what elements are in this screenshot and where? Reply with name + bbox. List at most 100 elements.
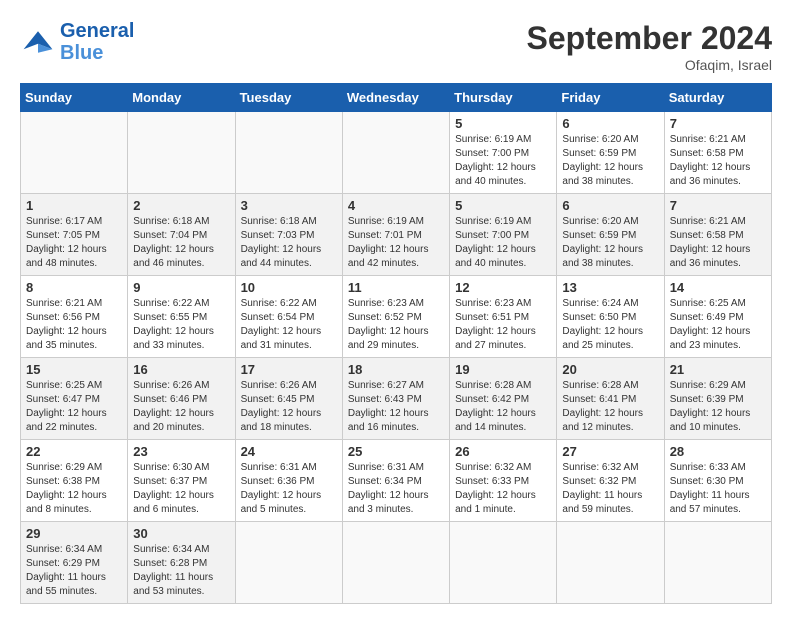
day-info: Sunrise: 6:21 AMSunset: 6:58 PMDaylight:… <box>670 133 766 189</box>
day-6: 6 Sunrise: 6:20 AMSunset: 6:59 PMDayligh… <box>557 112 664 194</box>
week-row-1: 5 Sunrise: 6:19 AMSunset: 7:00 PMDayligh… <box>21 112 772 194</box>
day-info: Sunrise: 6:20 AMSunset: 6:59 PMDaylight:… <box>562 133 658 189</box>
day-info: Sunrise: 6:20 AMSunset: 6:59 PMDaylight:… <box>562 215 658 271</box>
day-info: Sunrise: 6:34 AMSunset: 6:29 PMDaylight:… <box>26 543 122 599</box>
empty-cell <box>342 112 449 194</box>
day-number: 5 <box>455 198 551 213</box>
day-24: 24 Sunrise: 6:31 AMSunset: 6:36 PMDaylig… <box>235 440 342 522</box>
day-info: Sunrise: 6:19 AMSunset: 7:00 PMDaylight:… <box>455 133 551 189</box>
day-3: 3 Sunrise: 6:18 AMSunset: 7:03 PMDayligh… <box>235 194 342 276</box>
empty-cell <box>450 522 557 604</box>
day-number: 10 <box>241 280 337 295</box>
page-title: September 2024 <box>527 20 772 57</box>
empty-cell <box>664 522 771 604</box>
day-8: 8 Sunrise: 6:21 AMSunset: 6:56 PMDayligh… <box>21 276 128 358</box>
day-number: 3 <box>241 198 337 213</box>
col-thursday: Thursday <box>450 84 557 112</box>
day-number: 16 <box>133 362 229 377</box>
logo: General Blue <box>20 20 134 64</box>
day-info: Sunrise: 6:18 AMSunset: 7:03 PMDaylight:… <box>241 215 337 271</box>
day-number: 6 <box>562 198 658 213</box>
day-info: Sunrise: 6:24 AMSunset: 6:50 PMDaylight:… <box>562 297 658 353</box>
day-number: 20 <box>562 362 658 377</box>
day-number: 15 <box>26 362 122 377</box>
day-number: 9 <box>133 280 229 295</box>
week-row-1b: 1 Sunrise: 6:17 AMSunset: 7:05 PMDayligh… <box>21 194 772 276</box>
day-info: Sunrise: 6:25 AMSunset: 6:49 PMDaylight:… <box>670 297 766 353</box>
day-number: 17 <box>241 362 337 377</box>
day-27: 27 Sunrise: 6:32 AMSunset: 6:32 PMDaylig… <box>557 440 664 522</box>
col-wednesday: Wednesday <box>342 84 449 112</box>
day-19: 19 Sunrise: 6:28 AMSunset: 6:42 PMDaylig… <box>450 358 557 440</box>
day-7: 7 Sunrise: 6:21 AMSunset: 6:58 PMDayligh… <box>664 112 771 194</box>
col-sunday: Sunday <box>21 84 128 112</box>
day-number: 7 <box>670 116 766 131</box>
day-info: Sunrise: 6:26 AMSunset: 6:45 PMDaylight:… <box>241 379 337 435</box>
empty-cell <box>235 112 342 194</box>
day-info: Sunrise: 6:31 AMSunset: 6:36 PMDaylight:… <box>241 461 337 517</box>
day-2: 2 Sunrise: 6:18 AMSunset: 7:04 PMDayligh… <box>128 194 235 276</box>
empty-cell <box>342 522 449 604</box>
day-number: 21 <box>670 362 766 377</box>
calendar-header-row: Sunday Monday Tuesday Wednesday Thursday… <box>21 84 772 112</box>
day-info: Sunrise: 6:26 AMSunset: 6:46 PMDaylight:… <box>133 379 229 435</box>
day-17: 17 Sunrise: 6:26 AMSunset: 6:45 PMDaylig… <box>235 358 342 440</box>
day-info: Sunrise: 6:23 AMSunset: 6:51 PMDaylight:… <box>455 297 551 353</box>
week-row-2: 8 Sunrise: 6:21 AMSunset: 6:56 PMDayligh… <box>21 276 772 358</box>
day-number: 12 <box>455 280 551 295</box>
day-number: 30 <box>133 526 229 541</box>
logo-text: General Blue <box>60 20 134 64</box>
day-info: Sunrise: 6:31 AMSunset: 6:34 PMDaylight:… <box>348 461 444 517</box>
day-number: 23 <box>133 444 229 459</box>
day-15: 15 Sunrise: 6:25 AMSunset: 6:47 PMDaylig… <box>21 358 128 440</box>
day-29: 29 Sunrise: 6:34 AMSunset: 6:29 PMDaylig… <box>21 522 128 604</box>
day-22: 22 Sunrise: 6:29 AMSunset: 6:38 PMDaylig… <box>21 440 128 522</box>
empty-cell <box>235 522 342 604</box>
day-info: Sunrise: 6:23 AMSunset: 6:52 PMDaylight:… <box>348 297 444 353</box>
day-number: 8 <box>26 280 122 295</box>
day-4: 4 Sunrise: 6:19 AMSunset: 7:01 PMDayligh… <box>342 194 449 276</box>
col-monday: Monday <box>128 84 235 112</box>
day-info: Sunrise: 6:29 AMSunset: 6:38 PMDaylight:… <box>26 461 122 517</box>
empty-cell <box>557 522 664 604</box>
day-number: 27 <box>562 444 658 459</box>
day-info: Sunrise: 6:28 AMSunset: 6:41 PMDaylight:… <box>562 379 658 435</box>
day-number: 6 <box>562 116 658 131</box>
day-13: 13 Sunrise: 6:24 AMSunset: 6:50 PMDaylig… <box>557 276 664 358</box>
day-info: Sunrise: 6:22 AMSunset: 6:54 PMDaylight:… <box>241 297 337 353</box>
empty-cell <box>21 112 128 194</box>
day-14: 14 Sunrise: 6:25 AMSunset: 6:49 PMDaylig… <box>664 276 771 358</box>
day-number: 11 <box>348 280 444 295</box>
day-info: Sunrise: 6:19 AMSunset: 7:00 PMDaylight:… <box>455 215 551 271</box>
title-block: September 2024 Ofaqim, Israel <box>527 20 772 73</box>
day-18: 18 Sunrise: 6:27 AMSunset: 6:43 PMDaylig… <box>342 358 449 440</box>
day-23: 23 Sunrise: 6:30 AMSunset: 6:37 PMDaylig… <box>128 440 235 522</box>
day-12: 12 Sunrise: 6:23 AMSunset: 6:51 PMDaylig… <box>450 276 557 358</box>
day-info: Sunrise: 6:21 AMSunset: 6:56 PMDaylight:… <box>26 297 122 353</box>
week-row-3: 15 Sunrise: 6:25 AMSunset: 6:47 PMDaylig… <box>21 358 772 440</box>
day-info: Sunrise: 6:33 AMSunset: 6:30 PMDaylight:… <box>670 461 766 517</box>
day-25: 25 Sunrise: 6:31 AMSunset: 6:34 PMDaylig… <box>342 440 449 522</box>
day-info: Sunrise: 6:28 AMSunset: 6:42 PMDaylight:… <box>455 379 551 435</box>
day-number: 25 <box>348 444 444 459</box>
day-30: 30 Sunrise: 6:34 AMSunset: 6:28 PMDaylig… <box>128 522 235 604</box>
col-tuesday: Tuesday <box>235 84 342 112</box>
day-26: 26 Sunrise: 6:32 AMSunset: 6:33 PMDaylig… <box>450 440 557 522</box>
col-saturday: Saturday <box>664 84 771 112</box>
day-info: Sunrise: 6:27 AMSunset: 6:43 PMDaylight:… <box>348 379 444 435</box>
day-7b: 7 Sunrise: 6:21 AMSunset: 6:58 PMDayligh… <box>664 194 771 276</box>
day-info: Sunrise: 6:32 AMSunset: 6:33 PMDaylight:… <box>455 461 551 517</box>
col-friday: Friday <box>557 84 664 112</box>
day-info: Sunrise: 6:21 AMSunset: 6:58 PMDaylight:… <box>670 215 766 271</box>
page-subtitle: Ofaqim, Israel <box>527 57 772 73</box>
day-5b: 5 Sunrise: 6:19 AMSunset: 7:00 PMDayligh… <box>450 194 557 276</box>
day-number: 2 <box>133 198 229 213</box>
day-1: 1 Sunrise: 6:17 AMSunset: 7:05 PMDayligh… <box>21 194 128 276</box>
day-number: 14 <box>670 280 766 295</box>
day-number: 13 <box>562 280 658 295</box>
day-number: 5 <box>455 116 551 131</box>
calendar-table: Sunday Monday Tuesday Wednesday Thursday… <box>20 83 772 604</box>
day-number: 19 <box>455 362 551 377</box>
day-16: 16 Sunrise: 6:26 AMSunset: 6:46 PMDaylig… <box>128 358 235 440</box>
day-number: 22 <box>26 444 122 459</box>
